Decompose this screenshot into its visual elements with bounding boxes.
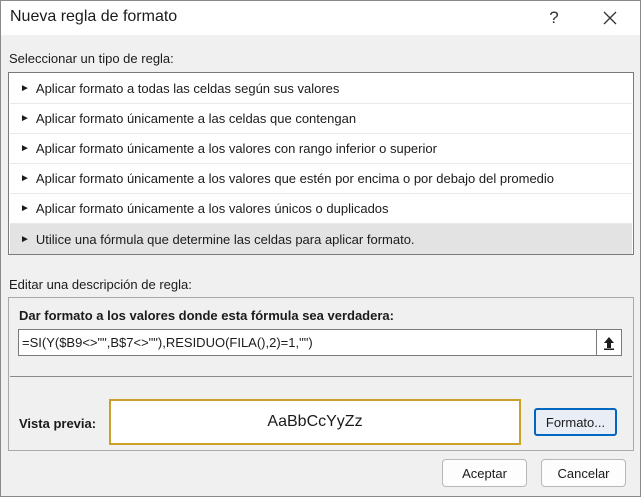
cancel-button-label: Cancelar [557,465,610,481]
help-button[interactable]: ? [532,3,576,33]
arrow-right-icon: ► [20,233,30,245]
rule-type-item-selected[interactable]: ► Utilice una fórmula que determine las … [10,224,632,254]
rule-type-item[interactable]: ► Aplicar formato a todas las celdas seg… [10,74,632,104]
rule-type-item-label: Aplicar formato únicamente a los valores… [35,171,555,186]
ok-button-label: Aceptar [462,465,507,481]
rule-type-item[interactable]: ► Aplicar formato únicamente a los valor… [10,194,632,224]
rule-type-item-label: Aplicar formato únicamente a los valores… [35,141,437,156]
rule-type-item[interactable]: ► Aplicar formato únicamente a las celda… [10,104,632,134]
rule-description-panel: Dar formato a los valores donde esta fór… [8,297,634,451]
close-icon [603,11,617,25]
formula-section: Dar formato a los valores donde esta fór… [9,298,633,374]
formula-input[interactable] [18,329,601,356]
format-preview: AaBbCcYyZz [109,399,521,445]
format-button-label: Formato... [545,414,606,430]
arrow-right-icon: ► [20,143,30,154]
dialog-title: Nueva regla de formato [10,8,178,25]
format-button[interactable]: Formato... [534,408,617,436]
rule-type-item[interactable]: ► Aplicar formato únicamente a los valor… [10,164,632,194]
preview-label: Vista previa: [19,416,97,431]
rule-type-label: Seleccionar un tipo de regla: [9,51,174,66]
upload-arrow-icon [604,336,614,350]
rule-type-item-label: Aplicar formato únicamente a los valores… [35,201,389,216]
rule-description-label: Editar una descripción de regla: [9,277,192,292]
section-divider [10,376,632,377]
rule-type-item-label: Utilice una fórmula que determine las ce… [35,231,415,247]
rule-type-list: ► Aplicar formato a todas las celdas seg… [8,72,634,255]
help-icon: ? [549,8,559,27]
new-format-rule-dialog: Nueva regla de formato ? Seleccionar un … [0,0,641,497]
rule-type-item-label: Aplicar formato a todas las celdas según… [35,81,340,96]
formula-heading: Dar formato a los valores donde esta fór… [19,308,394,323]
arrow-right-icon: ► [20,83,30,94]
preview-sample-text: AaBbCcYyZz [267,413,363,430]
rule-type-item[interactable]: ► Aplicar formato únicamente a los valor… [10,134,632,164]
arrow-right-icon: ► [20,173,30,184]
title-bar: Nueva regla de formato ? [1,1,640,35]
ok-button[interactable]: Aceptar [442,459,527,487]
arrow-right-icon: ► [20,203,30,214]
close-button[interactable] [588,3,632,33]
arrow-right-icon: ► [20,113,30,124]
collapse-dialog-button[interactable] [596,329,622,356]
cancel-button[interactable]: Cancelar [541,459,626,487]
rule-type-item-label: Aplicar formato únicamente a las celdas … [35,111,357,126]
